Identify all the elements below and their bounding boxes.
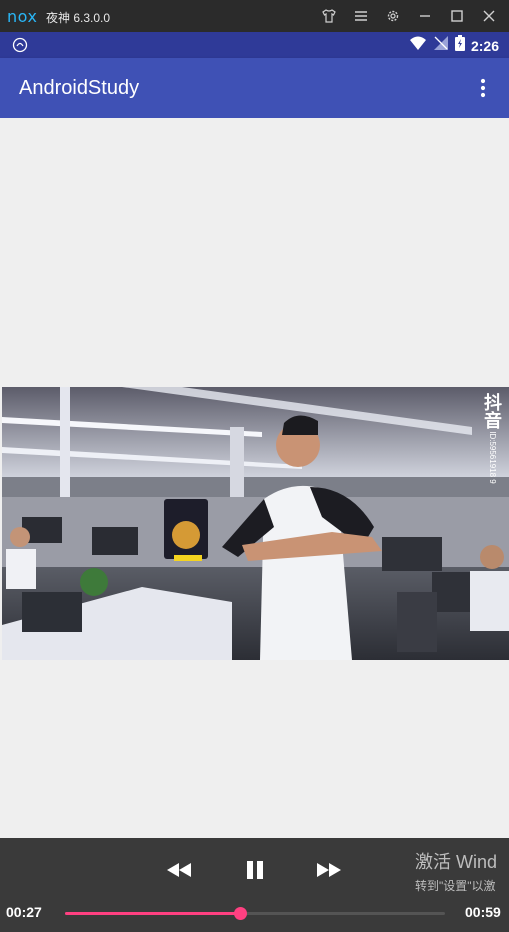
emulator-title: 夜神 6.3.0.0 xyxy=(46,11,111,25)
windows-activation-watermark: 激活 Wind 转到"设置"以激 xyxy=(415,848,497,894)
minimize-icon[interactable] xyxy=(413,5,437,27)
shirt-icon[interactable] xyxy=(317,5,341,27)
tiktok-brand-text: 抖音 xyxy=(482,393,502,429)
overflow-menu-icon[interactable] xyxy=(471,76,495,100)
pause-icon[interactable] xyxy=(239,856,271,884)
app-title: AndroidStudy xyxy=(19,77,140,99)
emulator-window-controls xyxy=(317,5,501,27)
emulator-title-bar: nox 夜神 6.3.0.0 xyxy=(0,0,509,32)
status-icons: 2:26 xyxy=(409,35,499,56)
battery-charging-icon xyxy=(454,35,465,56)
content-area: 抖音 ID:59561918 9 xyxy=(0,118,509,838)
activation-subtitle: 转到"设置"以激 xyxy=(415,879,496,893)
video-frame-image xyxy=(2,387,509,660)
video-watermark: 抖音 ID:59561918 9 xyxy=(482,393,505,484)
wifi-icon xyxy=(409,35,427,56)
rewind-icon[interactable] xyxy=(163,856,195,884)
current-time: 00:27 xyxy=(6,904,42,920)
activation-title: 激活 Wind xyxy=(415,852,498,872)
maximize-icon[interactable] xyxy=(445,5,469,27)
menu-icon[interactable] xyxy=(349,5,373,27)
fast-forward-icon[interactable] xyxy=(313,856,345,884)
seek-bar[interactable] xyxy=(65,907,445,920)
seek-bar-thumb[interactable] xyxy=(233,907,247,920)
gear-icon[interactable] xyxy=(381,5,405,27)
tiktok-id-text: ID:59561918 9 xyxy=(488,431,497,484)
close-icon[interactable] xyxy=(477,5,501,27)
player-controls: 激活 Wind 转到"设置"以激 00:27 00:59 xyxy=(0,838,509,932)
nox-logo: nox xyxy=(7,7,38,26)
status-bar: 2:26 xyxy=(0,32,509,58)
no-signal-icon xyxy=(433,35,449,56)
app-bar: AndroidStudy xyxy=(0,58,509,118)
nox-notification-icon xyxy=(12,37,28,58)
video-surface[interactable]: 抖音 ID:59561918 9 xyxy=(2,387,509,660)
seek-bar-progress xyxy=(65,912,240,915)
status-time: 2:26 xyxy=(470,37,499,54)
total-time: 00:59 xyxy=(465,904,501,920)
